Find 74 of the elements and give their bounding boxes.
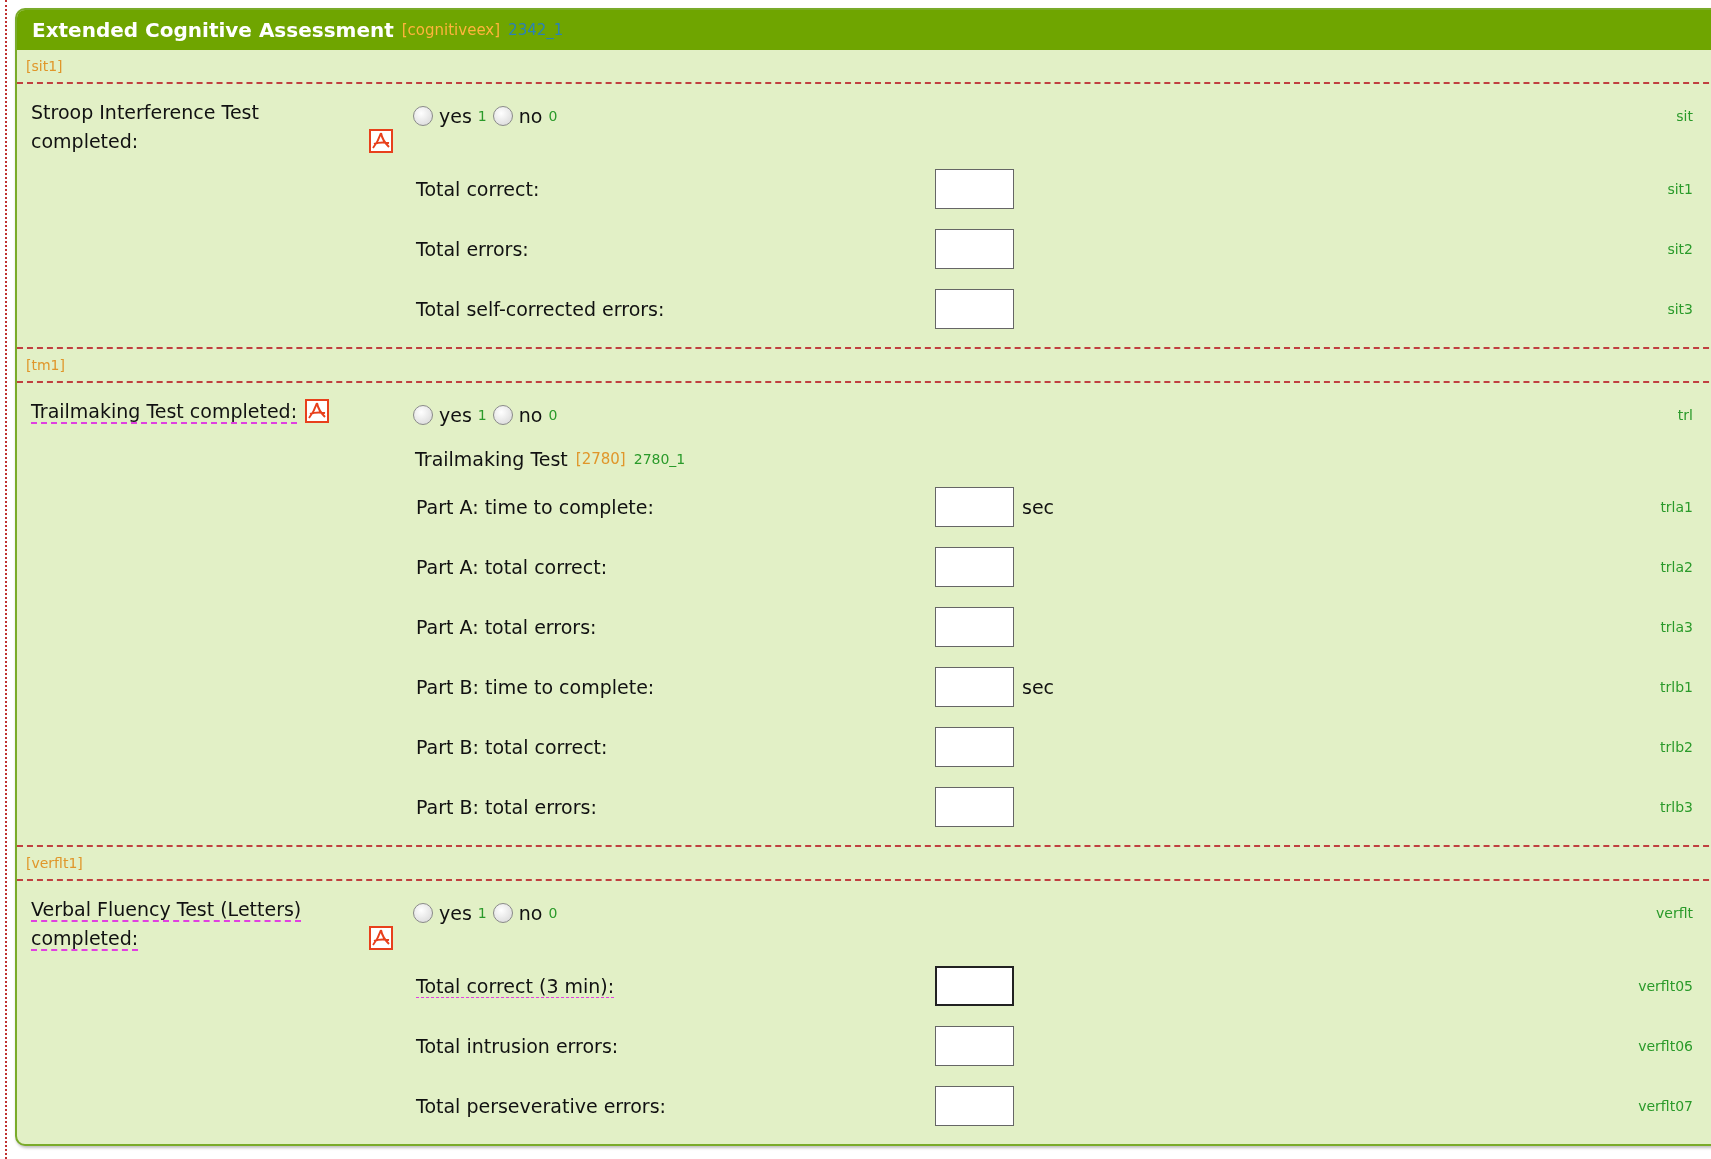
input-field[interactable] <box>935 1086 1014 1126</box>
input-field[interactable] <box>935 667 1014 707</box>
variable-code: verflt07 <box>1638 1098 1693 1114</box>
variable-code: trla3 <box>1660 619 1693 635</box>
form-title: Extended Cognitive Assessment <box>32 18 394 42</box>
pdf-icon[interactable] <box>305 399 330 423</box>
variable-code: verflt06 <box>1638 1038 1693 1054</box>
question-label: Verbal Fluency Test (Letters) completed: <box>31 897 303 951</box>
field-label: Total correct (3 min): <box>416 975 615 998</box>
field-label: Total perseverative errors: <box>416 1095 666 1117</box>
subform-title: Trailmaking Test <box>415 448 568 470</box>
variable-code: trlb3 <box>1660 799 1693 815</box>
unit-label: sec <box>1022 496 1055 518</box>
input-field[interactable] <box>935 169 1014 209</box>
variable-code: verflt05 <box>1638 978 1693 994</box>
input-field[interactable] <box>935 1026 1014 1066</box>
section-code: [sit1] <box>26 58 63 74</box>
field-label: Part A: total errors: <box>416 616 597 638</box>
variable-code: trlb1 <box>1660 679 1693 695</box>
radio-button[interactable] <box>492 903 513 923</box>
input-field[interactable] <box>935 787 1014 827</box>
option-code: 0 <box>548 905 558 921</box>
radio-button[interactable] <box>413 106 433 126</box>
input-field[interactable] <box>935 966 1014 1006</box>
question-label: Trailmaking Test completed: <box>31 399 298 424</box>
option-code: 1 <box>477 905 487 921</box>
pdf-icon[interactable] <box>369 926 393 950</box>
input-field[interactable] <box>935 727 1014 767</box>
radio-button[interactable] <box>413 903 433 923</box>
input-field[interactable] <box>935 607 1014 647</box>
input-field[interactable] <box>935 547 1014 587</box>
radio-button[interactable] <box>413 405 433 425</box>
option-label: yes <box>439 105 472 127</box>
table-code: [2780] <box>575 450 626 468</box>
radio-button[interactable] <box>492 106 513 126</box>
field-label: Total self-corrected errors: <box>416 298 665 320</box>
input-field[interactable] <box>935 289 1014 329</box>
question-label: Stroop Interference Test completed: <box>31 100 260 154</box>
section-code: [tm1] <box>26 357 65 373</box>
field-label: Part B: total errors: <box>416 796 597 818</box>
radio-button[interactable] <box>492 405 513 425</box>
field-label: Total correct: <box>416 178 540 200</box>
option-label: no <box>518 902 543 924</box>
pdf-icon[interactable] <box>369 129 393 153</box>
field-label: Part A: time to complete: <box>416 496 654 518</box>
option-code: 0 <box>548 108 558 124</box>
section-code: [verflt1] <box>26 855 83 871</box>
field-label: Part B: total correct: <box>416 736 608 758</box>
field-label: Total errors: <box>416 238 529 260</box>
variable-code: trla1 <box>1660 499 1693 515</box>
option-label: yes <box>439 404 472 426</box>
field-label: Total intrusion errors: <box>416 1035 619 1057</box>
option-label: no <box>518 105 543 127</box>
version-code: 2780_1 <box>633 451 686 467</box>
option-label: no <box>518 404 543 426</box>
variable-code: sit2 <box>1667 241 1693 257</box>
variable-code: verflt <box>1656 905 1693 921</box>
option-code: 1 <box>477 407 487 423</box>
variable-code: sit <box>1676 108 1693 124</box>
variable-code: sit3 <box>1667 301 1693 317</box>
field-label: Part A: total correct: <box>416 556 608 578</box>
option-code: 0 <box>548 407 558 423</box>
option-code: 1 <box>477 108 487 124</box>
version-code: 2342_1 <box>508 21 564 39</box>
field-label: Part B: time to complete: <box>416 676 655 698</box>
input-field[interactable] <box>935 229 1014 269</box>
unit-label: sec <box>1022 676 1055 698</box>
variable-code: trla2 <box>1660 559 1693 575</box>
variable-code: trlb2 <box>1660 739 1693 755</box>
variable-code: trl <box>1677 407 1693 423</box>
option-label: yes <box>439 902 472 924</box>
input-field[interactable] <box>935 487 1014 527</box>
table-code: [cognitiveex] <box>401 21 501 39</box>
variable-code: sit1 <box>1667 181 1693 197</box>
